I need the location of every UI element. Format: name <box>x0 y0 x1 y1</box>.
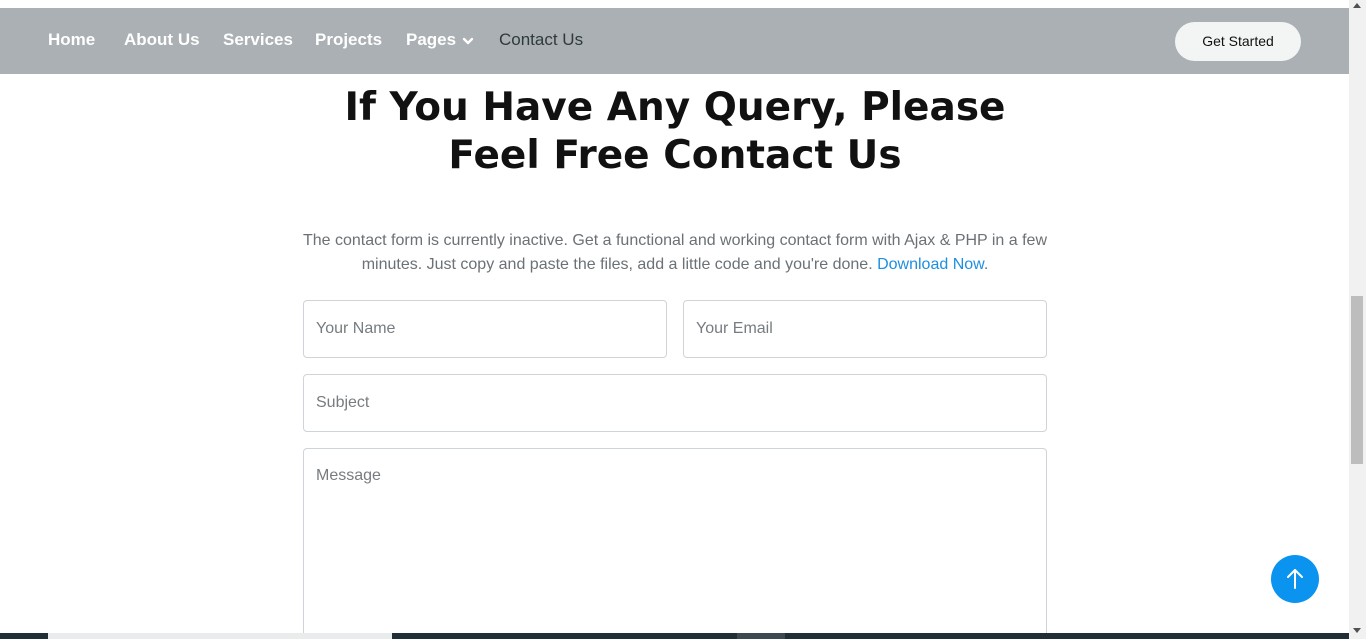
email-field[interactable] <box>683 300 1047 358</box>
get-started-button[interactable]: Get Started <box>1175 22 1301 61</box>
back-to-top-button[interactable] <box>1271 555 1319 603</box>
chevron-down-icon <box>462 37 474 44</box>
arrow-up-icon <box>1287 569 1303 589</box>
footer-edge-light <box>48 633 392 639</box>
scrollbar-thumb[interactable] <box>1351 296 1363 464</box>
scroll-up-arrow-icon[interactable] <box>1353 3 1361 8</box>
name-field[interactable] <box>303 300 667 358</box>
vertical-scrollbar[interactable] <box>1349 0 1366 639</box>
message-field[interactable] <box>303 448 1047 639</box>
download-now-link[interactable]: Download Now <box>877 256 984 273</box>
contact-intro: The contact form is currently inactive. … <box>300 229 1050 277</box>
subject-field[interactable] <box>303 374 1047 432</box>
heading-line-1: If You Have Any Query, Please <box>344 85 1006 130</box>
navbar: Home About Us Services Projects Pages Co… <box>0 8 1349 74</box>
contact-heading: If You Have Any Query, Please Feel Free … <box>300 84 1050 180</box>
footer-edge-mid <box>737 633 785 639</box>
nav-services[interactable]: Services <box>223 30 293 50</box>
nav-about-us[interactable]: About Us <box>124 30 200 50</box>
nav-projects[interactable]: Projects <box>315 30 382 50</box>
nav-pages-label: Pages <box>406 30 457 49</box>
heading-line-2: Feel Free Contact Us <box>448 133 902 178</box>
top-strip <box>0 0 1349 8</box>
scroll-down-arrow-icon[interactable] <box>1353 628 1361 633</box>
footer-edge <box>0 633 1349 639</box>
intro-period: . <box>983 256 989 273</box>
page: Home About Us Services Projects Pages Co… <box>0 0 1366 639</box>
nav-contact-us[interactable]: Contact Us <box>499 30 583 50</box>
nav-pages[interactable]: Pages <box>406 30 474 50</box>
nav-home[interactable]: Home <box>48 30 95 50</box>
